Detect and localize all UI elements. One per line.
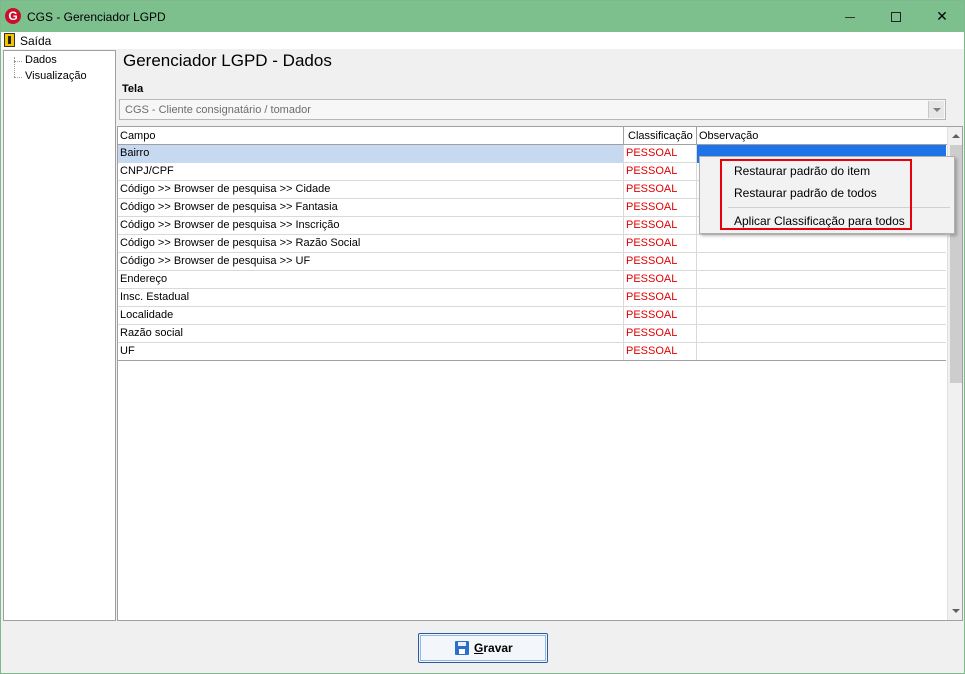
minimize-button[interactable] bbox=[827, 1, 873, 32]
cell-classificacao[interactable]: PESSOAL bbox=[624, 181, 697, 199]
cell-campo[interactable]: Código >> Browser de pesquisa >> Cidade bbox=[118, 181, 624, 199]
cell-campo[interactable]: Código >> Browser de pesquisa >> UF bbox=[118, 253, 624, 271]
cell-observacao[interactable] bbox=[697, 307, 946, 325]
cell-classificacao[interactable]: PESSOAL bbox=[624, 289, 697, 307]
column-header-classificacao[interactable]: Classificação bbox=[624, 127, 697, 145]
scroll-down-arrow-icon[interactable] bbox=[948, 603, 962, 620]
cell-classificacao[interactable]: PESSOAL bbox=[624, 307, 697, 325]
tree-connector bbox=[14, 77, 22, 78]
window-title: CGS - Gerenciador LGPD bbox=[27, 10, 166, 24]
annotation-highlight-box bbox=[720, 159, 912, 230]
maximize-icon bbox=[891, 12, 901, 23]
menu-bar: Saída bbox=[1, 32, 964, 49]
cell-campo[interactable]: Código >> Browser de pesquisa >> Fantasi… bbox=[118, 199, 624, 217]
column-header-observacao[interactable]: Observação bbox=[697, 127, 947, 145]
cell-campo[interactable]: Bairro bbox=[118, 145, 624, 163]
dropdown-arrow-icon[interactable] bbox=[928, 101, 944, 118]
tree-connector bbox=[14, 57, 15, 77]
table-row[interactable]: Insc. Estadual PESSOAL bbox=[118, 289, 946, 307]
cell-classificacao[interactable]: PESSOAL bbox=[624, 199, 697, 217]
cell-campo[interactable]: Código >> Browser de pesquisa >> Razão S… bbox=[118, 235, 624, 253]
cell-observacao[interactable] bbox=[697, 271, 946, 289]
save-button-label: Gravar bbox=[474, 641, 513, 655]
scroll-up-arrow-icon[interactable] bbox=[948, 127, 962, 144]
cell-campo[interactable]: UF bbox=[118, 343, 624, 361]
table-row[interactable]: Razão social PESSOAL bbox=[118, 325, 946, 343]
tela-select-value: CGS - Cliente consignatário / tomador bbox=[125, 104, 311, 116]
main-window: G CGS - Gerenciador LGPD ✕ Saída Dados V… bbox=[0, 0, 965, 674]
grid-bottom-border bbox=[118, 360, 946, 361]
table-row[interactable]: UF PESSOAL bbox=[118, 343, 946, 361]
cell-classificacao[interactable]: PESSOAL bbox=[624, 325, 697, 343]
table-row[interactable]: Localidade PESSOAL bbox=[118, 307, 946, 325]
cell-campo[interactable]: Localidade bbox=[118, 307, 624, 325]
tree-connector bbox=[14, 61, 22, 62]
page-title: Gerenciador LGPD - Dados bbox=[123, 51, 332, 70]
tela-select[interactable]: CGS - Cliente consignatário / tomador bbox=[119, 99, 946, 120]
cell-observacao[interactable] bbox=[697, 253, 946, 271]
cell-campo[interactable]: Código >> Browser de pesquisa >> Inscriç… bbox=[118, 217, 624, 235]
cell-campo[interactable]: Endereço bbox=[118, 271, 624, 289]
floppy-disk-icon bbox=[455, 641, 469, 655]
cell-observacao[interactable] bbox=[697, 289, 946, 307]
app-logo-icon: G bbox=[5, 8, 21, 24]
cell-classificacao[interactable]: PESSOAL bbox=[624, 343, 697, 361]
tree-item-visualizacao[interactable]: Visualização bbox=[25, 70, 87, 82]
exit-door-icon[interactable] bbox=[4, 33, 15, 47]
table-row[interactable]: Código >> Browser de pesquisa >> Razão S… bbox=[118, 235, 946, 253]
cell-classificacao[interactable]: PESSOAL bbox=[624, 235, 697, 253]
cell-classificacao[interactable]: PESSOAL bbox=[624, 217, 697, 235]
tree-item-dados[interactable]: Dados bbox=[25, 54, 57, 66]
cell-observacao[interactable] bbox=[697, 235, 946, 253]
cell-classificacao[interactable]: PESSOAL bbox=[624, 163, 697, 181]
maximize-button[interactable] bbox=[873, 1, 919, 32]
title-bar[interactable]: G CGS - Gerenciador LGPD ✕ bbox=[1, 1, 964, 32]
cell-observacao[interactable] bbox=[697, 343, 946, 361]
cell-classificacao[interactable]: PESSOAL bbox=[624, 253, 697, 271]
cell-classificacao[interactable]: PESSOAL bbox=[624, 145, 697, 163]
close-icon: ✕ bbox=[936, 8, 948, 24]
minimize-icon bbox=[845, 16, 855, 18]
cell-classificacao[interactable]: PESSOAL bbox=[624, 271, 697, 289]
save-button[interactable]: Gravar bbox=[418, 633, 548, 663]
cell-campo[interactable]: Razão social bbox=[118, 325, 624, 343]
navigation-tree: Dados Visualização bbox=[3, 50, 116, 621]
table-row[interactable]: Código >> Browser de pesquisa >> UF PESSO… bbox=[118, 253, 946, 271]
column-header-campo[interactable]: Campo bbox=[118, 127, 624, 145]
tela-label: Tela bbox=[122, 83, 144, 95]
cell-campo[interactable]: Insc. Estadual bbox=[118, 289, 624, 307]
cell-observacao[interactable] bbox=[697, 325, 946, 343]
menu-exit[interactable]: Saída bbox=[20, 34, 51, 48]
grid-header: Campo Classificação Observação bbox=[118, 127, 947, 145]
cell-campo[interactable]: CNPJ/CPF bbox=[118, 163, 624, 181]
close-button[interactable]: ✕ bbox=[919, 1, 965, 32]
table-row[interactable]: Endereço PESSOAL bbox=[118, 271, 946, 289]
